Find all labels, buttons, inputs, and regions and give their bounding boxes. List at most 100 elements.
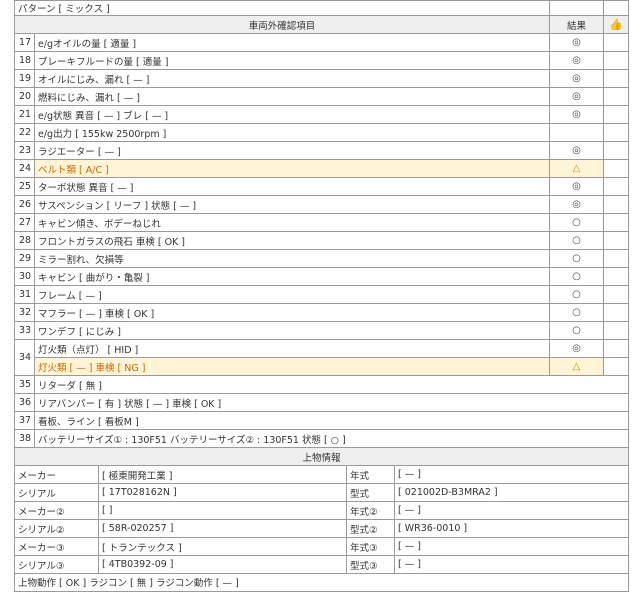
extra-cell xyxy=(603,105,629,124)
table-row: 27 キャビン傾き、ボデーねじれ ○ xyxy=(14,213,629,232)
row-number: 36 xyxy=(14,393,35,412)
thumb-up-icon: 👍 xyxy=(603,15,629,34)
equipment-title: 上物情報 xyxy=(13,447,630,466)
result-mark: ◎ xyxy=(549,339,604,358)
row-item-text: ベルト類 [ A/C ] xyxy=(34,159,550,178)
table-row: 19 オイルにじみ、漏れ [ — ] ◎ xyxy=(14,69,629,88)
equipment-value: [ 17T028162N ] xyxy=(98,483,347,502)
row-item-text: e/g出力 [ 155kw 2500rpm ] xyxy=(34,123,550,142)
equipment-label: 年式② xyxy=(346,501,395,520)
row-item-text: ターボ状態 異音 [ — ] xyxy=(34,177,550,196)
row-number: 33 xyxy=(14,321,35,340)
equipment-value: [ WR36-0010 ] xyxy=(393,519,630,538)
equipment-row: メーカー[ 極東開発工業 ] 年式[ — ] xyxy=(14,465,630,484)
row-number: 19 xyxy=(14,69,35,88)
equipment-label: 型式 xyxy=(346,483,395,502)
table-row: 29 ミラー割れ、欠損等 ○ xyxy=(14,249,629,268)
row-item-text: ブレーキフルードの量 [ 適量 ] xyxy=(34,51,550,70)
row-number: 34 xyxy=(14,339,35,376)
equipment-value: [ 021002D-B3MRA2 ] xyxy=(393,483,630,502)
result-mark: ○ xyxy=(549,231,604,250)
result-mark: ○ xyxy=(549,303,604,322)
equipment-value: [ 極東開発工業 ] xyxy=(98,465,347,484)
row-number: 20 xyxy=(14,87,35,106)
equipment-label: メーカー② xyxy=(14,501,99,520)
table-row: 31 フレーム [ — ] ○ xyxy=(14,285,629,304)
result-mark: △ xyxy=(549,159,604,178)
table-row: 32 マフラー [ — ] 車検 [ OK ] ○ xyxy=(14,303,629,322)
row-item-text: リアバンパー [ 有 ] 状態 [ — ] 車検 [ OK ] xyxy=(34,393,629,412)
result-mark: ◎ xyxy=(549,51,604,70)
result-mark: ○ xyxy=(549,249,604,268)
row-34b: 灯火類 [ — ] 車検 [ NG ] xyxy=(34,357,550,376)
row-item-text: サスペンション [ リーフ ] 状態 [ — ] xyxy=(34,195,550,214)
row-number: 38 xyxy=(14,429,35,448)
row-item-text: バッテリーサイズ① : 130F51 バッテリーサイズ② : 130F51 状態… xyxy=(34,429,629,448)
equipment-label: シリアル② xyxy=(14,519,99,538)
row-number: 27 xyxy=(14,213,35,232)
result-header: 結果 xyxy=(549,15,604,34)
table-row: 33 ワンデフ [ にじみ ] ○ xyxy=(14,321,629,340)
equipment-label: シリアル③ xyxy=(14,555,99,574)
equipment-table: 上物情報 メーカー[ 極東開発工業 ] 年式[ — ] シリアル[ 17T02816… xyxy=(13,447,630,592)
extra-cell xyxy=(603,195,629,214)
extra-cell xyxy=(603,231,629,250)
result-mark: ◎ xyxy=(549,177,604,196)
result-mark xyxy=(549,123,604,142)
inspection-table: パターン [ ミックス ] 車両外確認項目 結果 👍 17 e/gオイルの量 [ … xyxy=(14,0,629,448)
row-number: 32 xyxy=(14,303,35,322)
result-mark: △ xyxy=(549,357,604,376)
result-mark: ◎ xyxy=(549,105,604,124)
row-item-text: フロントガラスの飛石 車検 [ OK ] xyxy=(34,231,550,250)
extra-cell xyxy=(603,303,629,322)
row-item-text: キャビン [ 曲がり・亀裂 ] xyxy=(34,267,550,286)
row-item-text: ラジエーター [ — ] xyxy=(34,141,550,160)
equipment-row: シリアル③[ 4TB0392-09 ] 型式③[ — ] xyxy=(14,555,630,574)
table-row: 26 サスペンション [ リーフ ] 状態 [ — ] ◎ xyxy=(14,195,629,214)
table-row: 37 看板、ライン [ 看板M ] xyxy=(14,411,629,430)
row-number: 28 xyxy=(14,231,35,250)
section-title: 車両外確認項目 xyxy=(14,15,550,34)
result-mark: ◎ xyxy=(549,69,604,88)
equipment-label: 型式② xyxy=(346,519,395,538)
table-row: 35 リターダ [ 無 ] xyxy=(14,375,629,394)
result-mark: ○ xyxy=(549,321,604,340)
equipment-value: [ — ] xyxy=(393,537,630,556)
equipment-value: [ — ] xyxy=(393,465,630,484)
row-number: 17 xyxy=(14,33,35,52)
extra-cell xyxy=(603,123,629,142)
extra-cell xyxy=(603,213,629,232)
table-row: 20 燃料にじみ、漏れ [ — ] ◎ xyxy=(14,87,629,106)
extra-cell xyxy=(603,87,629,106)
table-row: 30 キャビン [ 曲がり・亀裂 ] ○ xyxy=(14,267,629,286)
row-item-text: 看板、ライン [ 看板M ] xyxy=(34,411,629,430)
row-number: 25 xyxy=(14,177,35,196)
row-number: 37 xyxy=(14,411,35,430)
equipment-value: [ 4TB0392-09 ] xyxy=(98,555,347,574)
equipment-label: 年式 xyxy=(346,465,395,484)
row-item-text: e/g状態 異音 [ — ] ブレ [ — ] xyxy=(34,105,550,124)
equipment-footer: 上物動作 [ OK ] ラジコン [ 無 ] ラジコン動作 [ — ] xyxy=(13,573,630,592)
table-row: 23 ラジエーター [ — ] ◎ xyxy=(14,141,629,160)
row-number: 26 xyxy=(14,195,35,214)
table-row: 38 バッテリーサイズ① : 130F51 バッテリーサイズ② : 130F51 … xyxy=(14,429,629,448)
row-item-text: ミラー割れ、欠損等 xyxy=(34,249,550,268)
row-item-text: キャビン傾き、ボデーねじれ xyxy=(34,213,550,232)
equipment-value: [ トランテックス ] xyxy=(98,537,347,556)
table-row: 36 リアバンパー [ 有 ] 状態 [ — ] 車検 [ OK ] xyxy=(14,393,629,412)
table-row: 24 ベルト類 [ A/C ] △ xyxy=(14,159,629,178)
row-number: 21 xyxy=(14,105,35,124)
table-row: 17 e/gオイルの量 [ 適量 ] ◎ xyxy=(14,33,629,52)
pattern-row: パターン [ ミックス ] xyxy=(14,0,550,16)
result-mark: ◎ xyxy=(549,33,604,52)
row-number: 31 xyxy=(14,285,35,304)
extra-cell xyxy=(603,141,629,160)
row-number: 22 xyxy=(14,123,35,142)
equipment-value: [ — ] xyxy=(393,501,630,520)
extra-cell xyxy=(603,249,629,268)
extra-cell xyxy=(603,159,629,178)
row-number: 23 xyxy=(14,141,35,160)
equipment-label: メーカー③ xyxy=(14,537,99,556)
row-item-text: オイルにじみ、漏れ [ — ] xyxy=(34,69,550,88)
equipment-label: 年式③ xyxy=(346,537,395,556)
